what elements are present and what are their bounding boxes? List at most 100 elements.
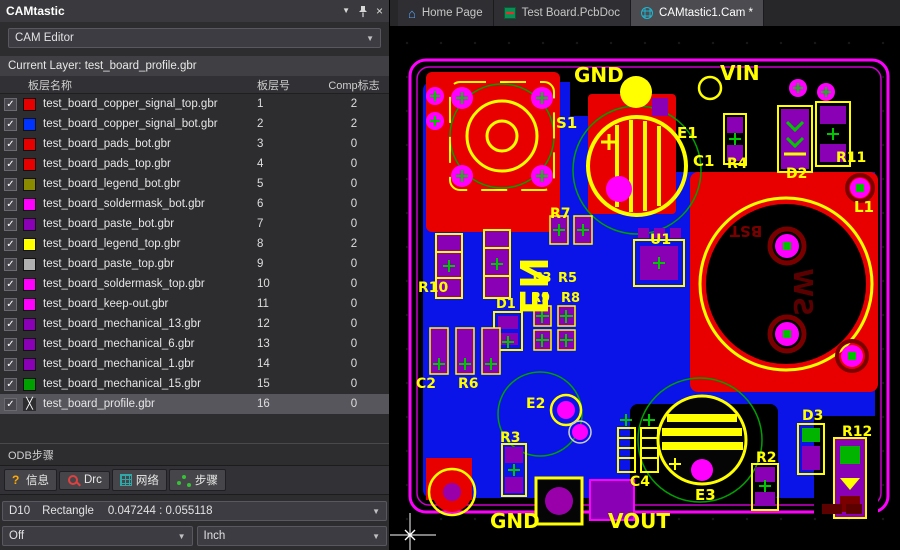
layer-row[interactable]: ✓test_board_mechanical_15.gbr150: [0, 374, 389, 394]
layer-visibility-checkbox[interactable]: ✓: [4, 218, 17, 231]
current-layer-bar: Current Layer: test_board_profile.gbr: [0, 56, 389, 76]
layer-row[interactable]: ✓test_board_keep-out.gbr110: [0, 294, 389, 314]
layer-comp-count: 2: [319, 118, 389, 130]
dcode-value: D10: [9, 505, 30, 517]
mirror-value: Off: [9, 530, 24, 542]
layer-color-swatch[interactable]: [23, 258, 36, 271]
gerber-canvas[interactable]: GNDVINS1E1C1R4D2R11L1R7U1C3R5R9R8R10D1C2…: [390, 26, 900, 550]
editor-mode-select[interactable]: CAM Editor ▼: [8, 28, 381, 48]
layer-color-swatch[interactable]: [23, 218, 36, 231]
bottom-silk-marks: [822, 504, 862, 514]
layer-name: test_board_mechanical_13.gbr: [43, 318, 257, 330]
layer-color-swatch[interactable]: [23, 358, 36, 371]
layer-row[interactable]: ✓╳test_board_profile.gbr160: [0, 394, 389, 414]
camtastic-panel: CAMtastic ▼ × CAM Editor ▼ Current Layer…: [0, 0, 390, 550]
layer-number: 9: [257, 258, 319, 270]
layer-color-swatch[interactable]: [23, 138, 36, 151]
layer-row[interactable]: ✓test_board_mechanical_6.gbr130: [0, 334, 389, 354]
layer-color-swatch[interactable]: [23, 118, 36, 131]
gnd-pad-square: [536, 478, 582, 524]
layer-table-header: 板层名称 板层号 Comp标志: [0, 76, 389, 94]
chevron-down-icon: ▼: [366, 34, 374, 43]
layer-number: 5: [257, 178, 319, 190]
odb-steps-label: ODB步骤: [0, 443, 389, 465]
layer-color-swatch[interactable]: [23, 318, 36, 331]
layer-visibility-checkbox[interactable]: ✓: [4, 178, 17, 191]
layer-visibility-checkbox[interactable]: ✓: [4, 138, 17, 151]
layer-visibility-checkbox[interactable]: ✓: [4, 318, 17, 331]
silkscreen-label: D2: [786, 166, 807, 182]
tool-tab-step[interactable]: 步骤: [169, 469, 226, 491]
layer-color-swatch[interactable]: [23, 278, 36, 291]
panel-titlebar: CAMtastic ▼ ×: [0, 0, 389, 22]
layer-color-swatch[interactable]: [23, 378, 36, 391]
mirror-select[interactable]: Off ▼: [2, 526, 193, 546]
panel-filler: [0, 414, 389, 443]
layer-visibility-checkbox[interactable]: ✓: [4, 278, 17, 291]
doc-tab-home[interactable]: Home Page: [398, 0, 494, 26]
layer-name: test_board_mechanical_1.gbr: [43, 358, 257, 370]
layer-color-swatch[interactable]: [23, 298, 36, 311]
layer-rows: ✓test_board_copper_signal_top.gbr12✓test…: [0, 94, 389, 414]
layer-row[interactable]: ✓test_board_paste_bot.gbr70: [0, 214, 389, 234]
layer-row[interactable]: ✓test_board_mechanical_13.gbr120: [0, 314, 389, 334]
profile-x-icon[interactable]: ╳: [23, 398, 36, 411]
layer-visibility-checkbox[interactable]: ✓: [4, 358, 17, 371]
col-header-layer-name[interactable]: 板层名称: [28, 77, 257, 93]
silkscreen-label: C2: [416, 376, 436, 392]
layer-color-swatch[interactable]: [23, 338, 36, 351]
units-select[interactable]: Inch ▼: [197, 526, 388, 546]
layer-row[interactable]: ✓test_board_legend_top.gbr82: [0, 234, 389, 254]
layer-row[interactable]: ✓test_board_copper_signal_bot.gbr22: [0, 114, 389, 134]
silkscreen-label: E1: [677, 124, 698, 142]
layer-color-swatch[interactable]: [23, 98, 36, 111]
layer-color-swatch[interactable]: [23, 158, 36, 171]
layer-visibility-checkbox[interactable]: ✓: [4, 118, 17, 131]
layer-color-swatch[interactable]: [23, 178, 36, 191]
layer-row[interactable]: ✓test_board_legend_bot.gbr50: [0, 174, 389, 194]
tool-tab-net[interactable]: 网络: [112, 469, 167, 491]
close-icon[interactable]: ×: [376, 5, 383, 17]
doc-tab-pcbdoc[interactable]: Test Board.PcbDoc: [494, 0, 631, 26]
layer-visibility-checkbox[interactable]: ✓: [4, 238, 17, 251]
layer-color-swatch[interactable]: [23, 238, 36, 251]
doc-tab-cam[interactable]: CAMtastic1.Cam *: [631, 0, 764, 26]
silkscreen-label: C1: [693, 152, 714, 170]
layer-visibility-checkbox[interactable]: ✓: [4, 158, 17, 171]
dcode-status-select[interactable]: D10 Rectangle 0.047244 : 0.055118 ▼: [2, 501, 387, 521]
titlebar-icons: ▼ ×: [342, 5, 383, 18]
silkscreen-label: GND: [490, 509, 540, 533]
layer-visibility-checkbox[interactable]: ✓: [4, 298, 17, 311]
layer-name: test_board_pads_top.gbr: [43, 158, 257, 170]
layer-visibility-checkbox[interactable]: ✓: [4, 378, 17, 391]
pin-icon[interactable]: [358, 5, 368, 18]
layer-row[interactable]: ✓test_board_copper_signal_top.gbr12: [0, 94, 389, 114]
cam-icon: [641, 7, 653, 19]
silkscreen-label: D3: [802, 408, 823, 424]
layer-row[interactable]: ✓test_board_soldermask_bot.gbr60: [0, 194, 389, 214]
editor-mode-value: CAM Editor: [15, 32, 74, 44]
panel-menu-arrow-icon[interactable]: ▼: [342, 7, 350, 15]
layer-row[interactable]: ✓test_board_paste_top.gbr90: [0, 254, 389, 274]
silkscreen-label: R7: [550, 206, 571, 222]
crosshair-cursor: [390, 513, 436, 550]
layer-visibility-checkbox[interactable]: ✓: [4, 338, 17, 351]
col-header-comp-flag[interactable]: Comp标志: [319, 77, 389, 93]
chevron-down-icon: ▼: [178, 532, 186, 541]
layer-comp-count: 0: [319, 138, 389, 150]
layer-visibility-checkbox[interactable]: ✓: [4, 398, 17, 411]
tool-tab-info[interactable]: 信息: [4, 469, 57, 491]
layer-row[interactable]: ✓test_board_soldermask_top.gbr100: [0, 274, 389, 294]
layer-row[interactable]: ✓test_board_pads_top.gbr40: [0, 154, 389, 174]
col-header-layer-number[interactable]: 板层号: [257, 77, 319, 93]
layer-visibility-checkbox[interactable]: ✓: [4, 198, 17, 211]
layer-visibility-checkbox[interactable]: ✓: [4, 258, 17, 271]
app-window: CAMtastic ▼ × CAM Editor ▼ Current Layer…: [0, 0, 900, 550]
layer-comp-count: 2: [319, 98, 389, 110]
layer-visibility-checkbox[interactable]: ✓: [4, 98, 17, 111]
aperture-shape: Rectangle: [42, 505, 94, 517]
layer-row[interactable]: ✓test_board_mechanical_1.gbr140: [0, 354, 389, 374]
layer-color-swatch[interactable]: [23, 198, 36, 211]
layer-row[interactable]: ✓test_board_pads_bot.gbr30: [0, 134, 389, 154]
tool-tab-drc[interactable]: Drc: [59, 471, 110, 490]
